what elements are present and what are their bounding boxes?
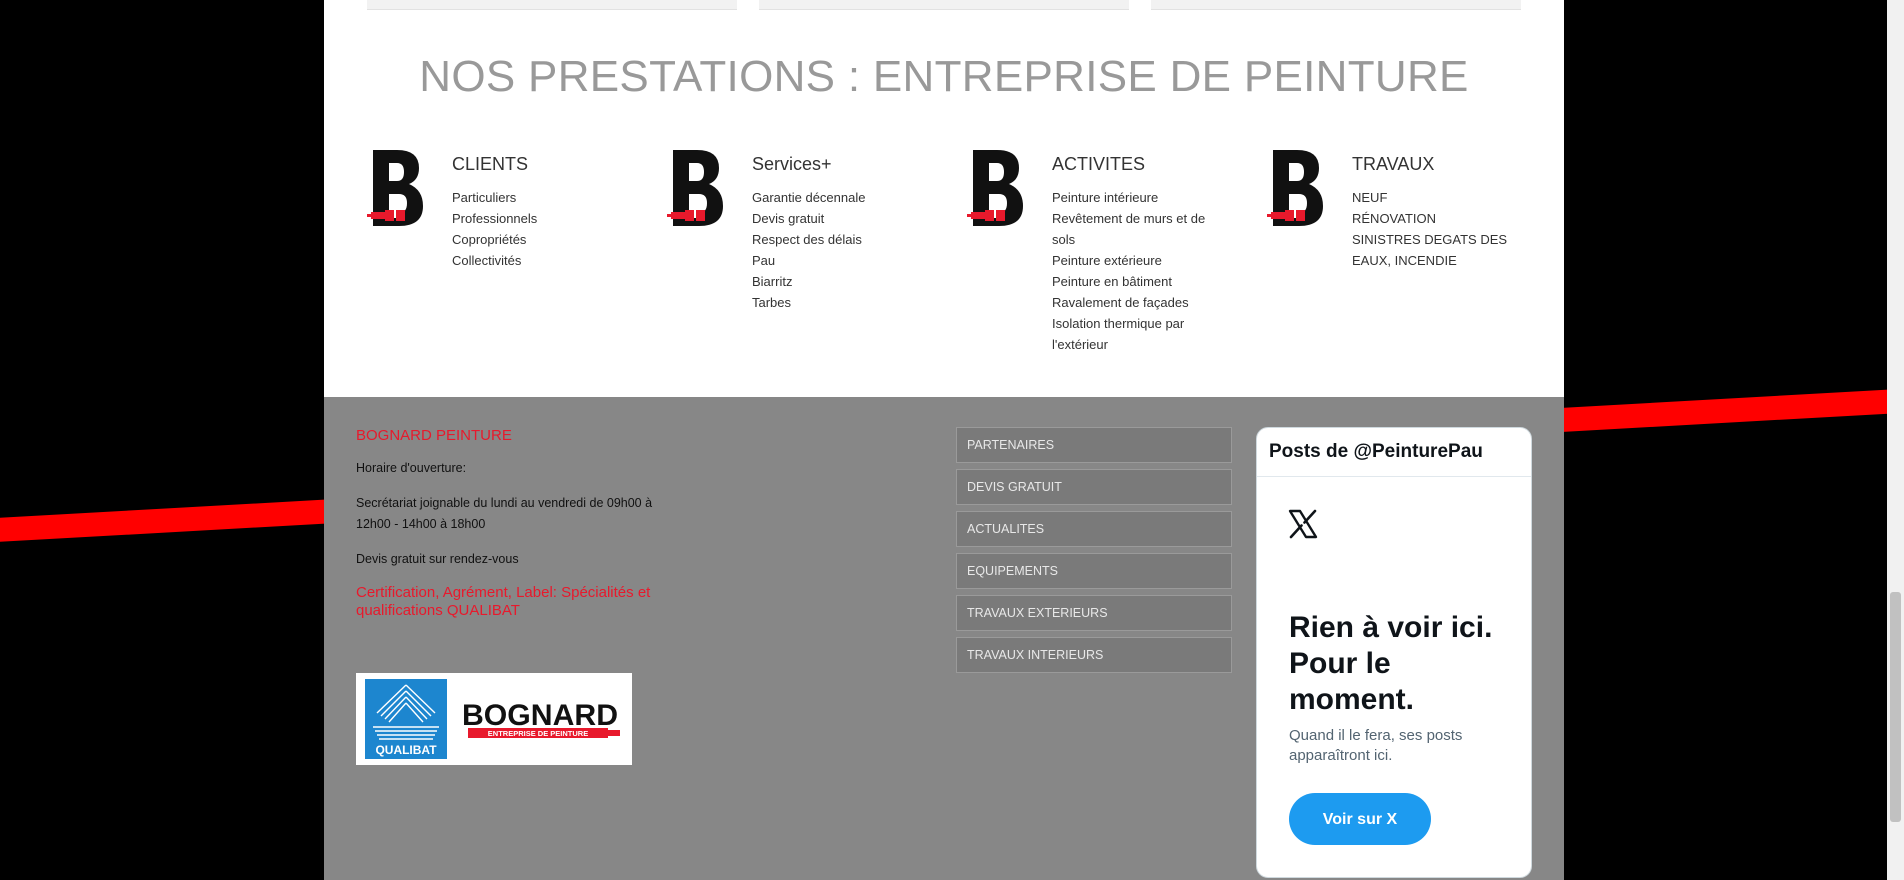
list-item: Revêtement de murs et de sols <box>1052 211 1206 247</box>
card-edge <box>1151 0 1521 10</box>
list-item: Respect des délais <box>752 232 862 247</box>
menu-item-equipements[interactable]: EQUIPEMENTS <box>956 553 1232 589</box>
menu-item-actualites[interactable]: ACTUALITES <box>956 511 1232 547</box>
bognard-logo: BOGNARD ENTREPRISE DE PEINTURE <box>462 699 620 738</box>
twitter-timeline-widget: Posts de @PeinturePau Rien à voir ici. P… <box>1256 427 1532 878</box>
bognard-b-brush-icon <box>967 150 1023 226</box>
service-column-title: Services+ <box>752 154 832 174</box>
view-on-x-button[interactable]: Voir sur X <box>1289 793 1431 845</box>
list-item: Tarbes <box>752 295 792 310</box>
list-item: Garantie décennale <box>752 190 866 205</box>
bognard-logo-tagline: ENTREPRISE DE PEINTURE <box>488 729 588 738</box>
menu-item-travaux-exterieurs[interactable]: TRAVAUX EXTERIEURS <box>956 595 1232 631</box>
x-logo-icon[interactable] <box>1287 508 1319 540</box>
list-item: Biarritz <box>752 274 793 289</box>
footer-menu: PARTENAIRES DEVIS GRATUIT ACTUALITES EQU… <box>956 427 1232 679</box>
menu-item-travaux-interieurs[interactable]: TRAVAUX INTERIEURS <box>956 637 1232 673</box>
list-item: SINISTRES DEGATS DES EAUX, INCENDIE <box>1352 232 1508 268</box>
certification-logos: QUALIBAT BOGNARD ENTREPRISE DE PEINTURE <box>356 673 632 765</box>
decorative-red-stripe-right <box>1560 386 1904 432</box>
footer-company-name: BOGNARD PEINTURE <box>356 427 512 444</box>
site-footer: BOGNARD PEINTURE Horaire d'ouverture: Se… <box>324 397 1564 880</box>
service-column-body: Services+ Garantie décennale Devis gratu… <box>752 154 917 313</box>
service-list: Peinture intérieure Revêtement de murs e… <box>1052 187 1217 355</box>
service-column-body: CLIENTS Particuliers Professionnels Copr… <box>452 154 617 271</box>
twitter-empty-subtitle: Quand il le fera, ses posts apparaîtront… <box>1289 727 1463 764</box>
list-item: Copropriétés <box>452 232 527 247</box>
service-list: Garantie décennale Devis gratuit Respect… <box>752 187 917 313</box>
service-column-body: TRAVAUX NEUF RÉNOVATION SINISTRES DEGATS… <box>1352 154 1517 271</box>
service-list: NEUF RÉNOVATION SINISTRES DEGATS DES EAU… <box>1352 187 1517 271</box>
list-item: Professionnels <box>452 211 538 226</box>
decorative-red-stripe-left <box>0 497 361 544</box>
opening-hours-text: Secrétariat joignable du lundi au vendre… <box>356 496 653 531</box>
footer-info: BOGNARD PEINTURE Horaire d'ouverture: Se… <box>356 427 656 765</box>
page-content: NOS PRESTATIONS : ENTREPRISE DE PEINTURE… <box>324 0 1564 880</box>
service-column-title: TRAVAUX <box>1352 154 1435 174</box>
list-item: Devis gratuit <box>752 211 825 226</box>
list-item: Peinture en bâtiment <box>1052 274 1172 289</box>
service-column-title: CLIENTS <box>452 154 529 174</box>
cards-bottom-edges <box>367 0 1521 10</box>
service-column-title: ACTIVITES <box>1052 154 1146 174</box>
list-item: Peinture intérieure <box>1052 190 1159 205</box>
list-item: Particuliers <box>452 190 517 205</box>
bognard-b-brush-icon <box>667 150 723 226</box>
free-quote-text: Devis gratuit sur rendez-vous <box>356 552 519 566</box>
qualibat-logo-text: QUALIBAT <box>375 743 437 757</box>
list-item: Ravalement de façades <box>1052 295 1189 310</box>
service-column-body: ACTIVITES Peinture intérieure Revêtement… <box>1052 154 1217 355</box>
opening-hours-label: Horaire d'ouverture: <box>356 461 467 475</box>
bognard-b-brush-icon <box>1267 150 1323 226</box>
twitter-widget-header[interactable]: Posts de @PeinturePau <box>1257 428 1531 477</box>
qualibat-logo: QUALIBAT <box>365 679 447 759</box>
card-edge <box>367 0 737 10</box>
twitter-empty-title: Rien à voir ici. Pour le moment. <box>1289 611 1493 716</box>
menu-item-devis-gratuit[interactable]: DEVIS GRATUIT <box>956 469 1232 505</box>
bognard-b-brush-icon <box>367 150 423 226</box>
list-item: Collectivités <box>452 253 522 268</box>
service-list: Particuliers Professionnels Copropriétés… <box>452 187 617 271</box>
services-section: NOS PRESTATIONS : ENTREPRISE DE PEINTURE… <box>324 0 1564 397</box>
services-title: NOS PRESTATIONS : ENTREPRISE DE PEINTURE <box>419 52 1469 101</box>
list-item: NEUF <box>1352 190 1388 205</box>
bognard-logo-text: BOGNARD <box>462 699 618 732</box>
card-edge <box>759 0 1129 10</box>
certification-heading: Certification, Agrément, Label: Spéciali… <box>356 584 651 619</box>
page-scrollbar[interactable] <box>1887 0 1904 880</box>
list-item: Peinture extérieure <box>1052 253 1162 268</box>
list-item: Isolation thermique par l'extérieur <box>1052 316 1185 352</box>
list-item: Pau <box>752 253 776 268</box>
menu-item-partenaires[interactable]: PARTENAIRES <box>956 427 1232 463</box>
scrollbar-thumb[interactable] <box>1890 592 1901 822</box>
list-item: RÉNOVATION <box>1352 211 1437 226</box>
